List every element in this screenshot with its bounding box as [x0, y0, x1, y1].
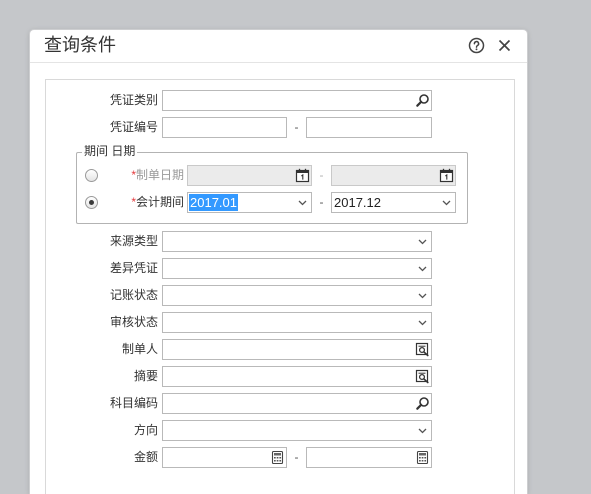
creation-date-label-text: 制单日期	[135, 168, 184, 182]
accounting-period-radio[interactable]	[85, 196, 98, 209]
dialog-titlebar: 查询条件	[30, 30, 527, 63]
creator-input[interactable]	[163, 340, 431, 359]
creation-date-separator: -	[319, 168, 324, 182]
period-date-legend: 期间 日期	[82, 143, 138, 159]
search-list-icon[interactable]	[415, 342, 430, 357]
chevron-down-icon[interactable]	[439, 195, 454, 210]
accounting-period-label-text: 会计期间	[135, 195, 184, 209]
voucher-type-label: 凭证类别	[109, 93, 158, 107]
creator-field	[162, 339, 432, 360]
chevron-down-icon[interactable]	[415, 423, 430, 438]
creation-date-label: *制单日期	[117, 165, 184, 186]
chevron-down-icon[interactable]	[415, 288, 430, 303]
amount-from-field	[162, 447, 287, 468]
calculator-icon[interactable]	[415, 450, 430, 465]
creation-date-to-input[interactable]	[332, 166, 455, 185]
summary-field	[162, 366, 432, 387]
chevron-down-icon[interactable]	[415, 315, 430, 330]
creation-date-from-field	[187, 165, 312, 186]
period-separator: -	[319, 195, 324, 209]
posting-status-label: 记账状态	[109, 288, 158, 302]
voucher-type-field	[162, 90, 432, 111]
form-panel: 凭证类别 凭证编号 - 期间 日期 *制单日期 - *会计期间 2017.01 …	[45, 79, 515, 494]
audit-status-select[interactable]	[162, 312, 432, 333]
search-icon[interactable]	[415, 396, 430, 411]
posting-status-select[interactable]	[162, 285, 432, 306]
voucher-number-to-input[interactable]	[307, 118, 431, 137]
calendar-icon[interactable]	[439, 168, 454, 183]
period-from-value: 2017.01	[189, 193, 238, 212]
difference-voucher-select[interactable]	[162, 258, 432, 279]
period-from-select[interactable]: 2017.01	[187, 192, 312, 213]
amount-from-input[interactable]	[163, 448, 286, 467]
voucher-type-input[interactable]	[163, 91, 431, 110]
summary-label: 摘要	[133, 369, 158, 383]
period-to-select[interactable]: 2017.12	[331, 192, 456, 213]
search-list-icon[interactable]	[415, 369, 430, 384]
summary-input[interactable]	[163, 367, 431, 386]
account-code-label: 科目编码	[109, 396, 158, 410]
voucher-number-separator: -	[294, 120, 299, 134]
direction-label: 方向	[133, 423, 158, 437]
period-to-value: 2017.12	[334, 195, 381, 210]
difference-voucher-label: 差异凭证	[109, 261, 158, 275]
direction-select[interactable]	[162, 420, 432, 441]
source-type-label: 来源类型	[109, 234, 158, 248]
account-code-input[interactable]	[163, 394, 431, 413]
creation-date-radio[interactable]	[85, 169, 98, 182]
search-icon[interactable]	[415, 93, 430, 108]
calculator-icon[interactable]	[270, 450, 285, 465]
screen: 查询条件 凭证类别 凭证编号 - 期间 日期 *制单日期 - *会计期间 201…	[0, 0, 591, 494]
accounting-period-label: *会计期间	[117, 192, 184, 213]
dialog-title: 查询条件	[44, 35, 116, 55]
chevron-down-icon[interactable]	[415, 234, 430, 249]
account-code-field	[162, 393, 432, 414]
close-icon[interactable]	[497, 38, 512, 53]
voucher-number-label: 凭证编号	[109, 120, 158, 134]
amount-label: 金额	[133, 450, 158, 464]
creation-date-to-field	[331, 165, 456, 186]
period-date-group: 期间 日期 *制单日期 - *会计期间 2017.01 - 2017.12	[76, 143, 468, 224]
period-from-selected-text: 2017.01	[189, 194, 238, 211]
creation-date-from-input[interactable]	[188, 166, 311, 185]
chevron-down-icon[interactable]	[295, 195, 310, 210]
voucher-number-to-field	[306, 117, 432, 138]
voucher-number-from-input[interactable]	[163, 118, 286, 137]
query-conditions-dialog: 查询条件 凭证类别 凭证编号 - 期间 日期 *制单日期 - *会计期间 201…	[30, 30, 527, 494]
creator-label: 制单人	[121, 342, 158, 356]
amount-to-field	[306, 447, 432, 468]
source-type-select[interactable]	[162, 231, 432, 252]
amount-to-input[interactable]	[307, 448, 431, 467]
voucher-number-from-field	[162, 117, 287, 138]
calendar-icon[interactable]	[295, 168, 310, 183]
audit-status-label: 审核状态	[109, 315, 158, 329]
chevron-down-icon[interactable]	[415, 261, 430, 276]
help-circle-icon[interactable]	[468, 37, 485, 54]
amount-separator: -	[294, 450, 299, 464]
